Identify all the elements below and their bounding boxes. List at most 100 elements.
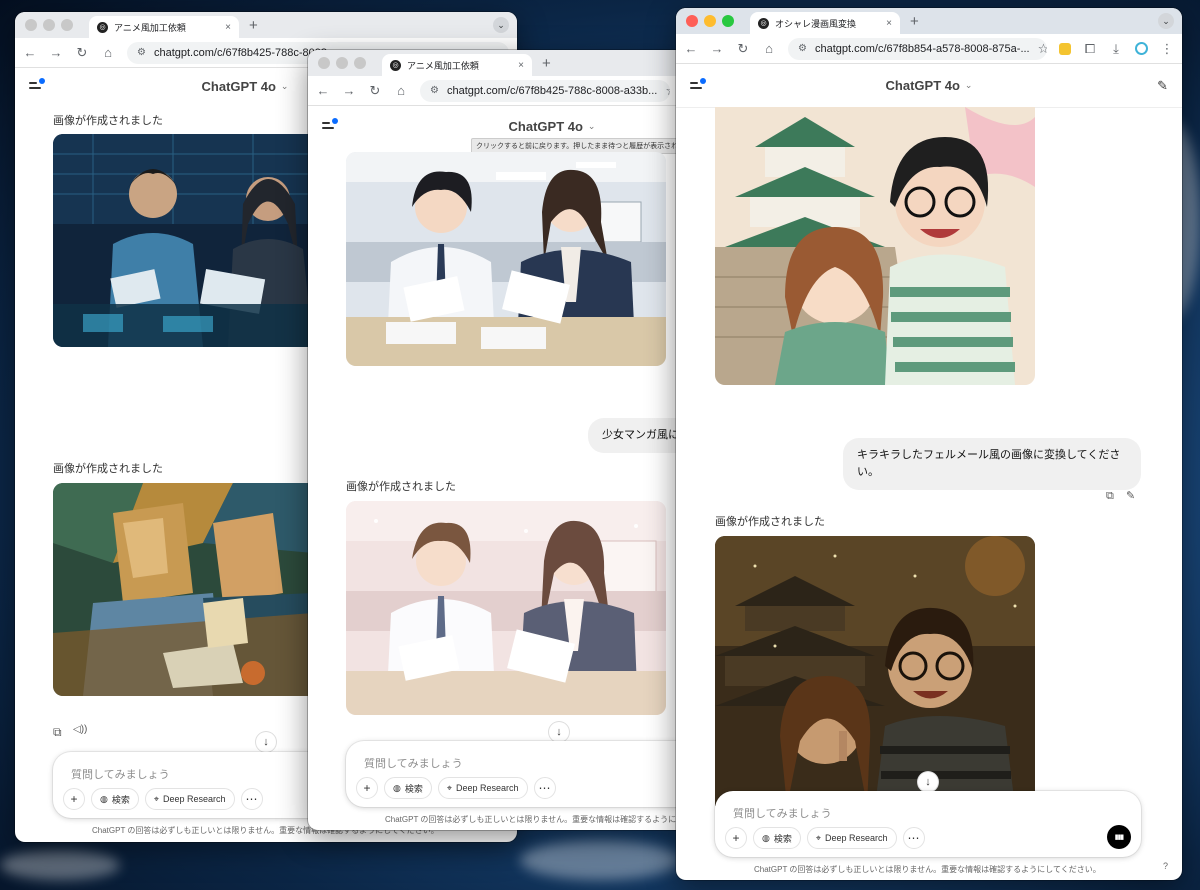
site-settings-icon[interactable]: ⚙ — [798, 43, 807, 54]
sidebar-toggle-icon[interactable] — [690, 77, 706, 91]
site-settings-icon[interactable]: ⚙ — [430, 85, 439, 96]
url-text: chatgpt.com/c/67f8b425-788c-8008 — [153, 46, 328, 59]
close-icon[interactable]: × — [886, 18, 892, 29]
deep-research-button[interactable]: ⌖ Deep Research — [144, 788, 235, 810]
generated-image-anime-office[interactable] — [346, 152, 666, 366]
home-icon[interactable]: ⌂ — [762, 41, 776, 56]
generated-image-cubist[interactable] — [53, 483, 313, 696]
scroll-down-button[interactable]: ↓ — [918, 772, 938, 792]
close-window-button[interactable] — [318, 57, 330, 69]
composer: 質問してみましょう + ◍ 検索 ⌖ Deep Research ⋯ ▮▮▮ — [715, 791, 1141, 857]
tab-active[interactable]: ◎ オシャレ漫画風変換 × — [750, 12, 900, 34]
url-text: chatgpt.com/c/67f8b854-a578-8008-875a-..… — [814, 42, 1030, 55]
back-icon[interactable]: ← — [684, 41, 698, 56]
zoom-window-button[interactable] — [61, 19, 73, 31]
close-window-button[interactable] — [25, 19, 37, 31]
scroll-down-button[interactable]: ↓ — [256, 732, 276, 752]
reload-icon[interactable]: ↻ — [368, 83, 382, 99]
read-aloud-icon[interactable]: ◁)) — [73, 724, 87, 735]
model-name: ChatGPT 4o — [201, 78, 276, 94]
message-input[interactable]: 質問してみましょう — [733, 805, 832, 821]
sidebar-toggle-icon[interactable] — [322, 118, 338, 131]
chevron-down-icon: ⌄ — [280, 80, 289, 91]
generated-image-vermeer[interactable] — [715, 536, 1035, 806]
browser-toolbar: ← → ↻ ⌂ ⚙ chatgpt.com/c/67f8b425-788c-80… — [308, 76, 688, 106]
forward-icon[interactable]: → — [710, 41, 724, 56]
reload-icon[interactable]: ↻ — [736, 41, 750, 57]
message-input[interactable]: 質問してみましょう — [364, 755, 463, 771]
site-settings-icon[interactable]: ⚙ — [137, 47, 146, 58]
address-bar[interactable]: ⚙ chatgpt.com/c/67f8b425-788c-8008-a33b.… — [420, 79, 670, 102]
minimize-window-button[interactable] — [704, 15, 716, 27]
scroll-down-button[interactable]: ↓ — [549, 722, 569, 742]
voice-mode-button[interactable]: ▮▮▮ — [1107, 825, 1131, 849]
copy-icon[interactable]: ⧉ — [1106, 490, 1114, 503]
add-attachment-button[interactable]: + — [63, 788, 85, 810]
back-icon[interactable]: ← — [23, 45, 37, 60]
more-tools-button[interactable]: ⋯ — [533, 777, 556, 799]
deep-research-button[interactable]: ⌖ Deep Research — [806, 827, 897, 849]
search-button[interactable]: ◍ 検索 — [384, 777, 432, 799]
profile-avatar[interactable] — [1135, 42, 1148, 55]
add-attachment-button[interactable]: + — [356, 777, 378, 799]
image-created-note: 画像が作成されました — [346, 481, 456, 493]
model-selector[interactable]: ChatGPT 4o ⌄ — [886, 78, 973, 93]
image-created-note: 画像が作成されました — [53, 115, 163, 127]
browser-menu-icon[interactable]: ⋮ — [1160, 41, 1174, 57]
home-icon[interactable]: ⌂ — [394, 83, 408, 98]
back-icon[interactable]: ← — [316, 83, 330, 98]
add-attachment-button[interactable]: + — [725, 827, 747, 849]
model-selector[interactable]: ChatGPT 4o ⌄ — [202, 79, 289, 94]
generated-image-cyber[interactable] — [53, 134, 313, 347]
tab-active[interactable]: ◎ アニメ風加工依頼 × — [89, 16, 239, 38]
new-tab-button[interactable]: + — [542, 55, 551, 72]
address-bar[interactable]: ⚙ chatgpt.com/c/67f8b854-a578-8008-875a-… — [788, 37, 1047, 60]
edit-message-icon[interactable]: ✎ — [1126, 489, 1135, 502]
zoom-window-button[interactable] — [722, 15, 734, 27]
sidebar-toggle-icon[interactable] — [29, 78, 45, 91]
chatgpt-favicon-icon: ◎ — [97, 21, 108, 33]
message-input[interactable]: 質問してみましょう — [71, 766, 170, 782]
search-button[interactable]: ◍ 検索 — [753, 827, 801, 849]
tab-search-button[interactable]: ⌄ — [1158, 13, 1174, 29]
close-window-button[interactable] — [686, 15, 698, 27]
copy-icon[interactable]: ⧉ — [53, 725, 62, 740]
forward-icon[interactable]: → — [49, 45, 63, 60]
globe-icon: ◍ — [762, 832, 770, 843]
deep-research-label: Deep Research — [455, 783, 519, 793]
model-selector[interactable]: ChatGPT 4o ⌄ — [509, 119, 596, 134]
deep-research-button[interactable]: ⌖ Deep Research — [437, 777, 528, 799]
generated-image-manga-castle[interactable] — [715, 107, 1035, 385]
close-icon[interactable]: × — [225, 22, 231, 33]
download-icon[interactable]: ⤓ — [1109, 41, 1123, 57]
forward-icon[interactable]: → — [342, 83, 356, 98]
bookmark-star-icon[interactable]: ☆ — [665, 83, 670, 99]
reload-icon[interactable]: ↻ — [75, 45, 89, 61]
new-tab-button[interactable]: + — [249, 17, 258, 34]
zoom-window-button[interactable] — [354, 57, 366, 69]
chatgpt-favicon-icon: ◎ — [758, 17, 769, 29]
tab-strip: ◎ アニメ風加工依頼 × + — [308, 50, 688, 76]
chatgpt-favicon-icon: ◎ — [390, 59, 401, 71]
tab-search-button[interactable]: ⌄ — [493, 17, 509, 33]
more-tools-button[interactable]: ⋯ — [240, 788, 263, 810]
minimize-window-button[interactable] — [336, 57, 348, 69]
new-tab-button[interactable]: + — [910, 13, 919, 30]
disclaimer: ChatGPT の回答は必ずしも正しいとは限りません。重要な情報は確認するように… — [754, 865, 1101, 874]
more-tools-button[interactable]: ⋯ — [902, 827, 925, 849]
search-button[interactable]: ◍ 検索 — [91, 788, 139, 810]
extension-icon[interactable] — [1059, 42, 1071, 55]
puzzle-extensions-icon[interactable]: ⧠ — [1083, 41, 1097, 57]
model-name: ChatGPT 4o — [885, 78, 960, 93]
new-chat-icon[interactable]: ✎ — [1157, 78, 1168, 94]
generated-image-shoujo[interactable] — [346, 501, 666, 715]
help-button[interactable]: ? — [1163, 861, 1168, 871]
home-icon[interactable]: ⌂ — [101, 45, 115, 60]
minimize-window-button[interactable] — [43, 19, 55, 31]
telescope-icon: ⌖ — [446, 782, 452, 793]
tab-strip: ◎ オシャレ漫画風変換 × + ⌄ — [676, 8, 1182, 34]
bookmark-star-icon[interactable]: ☆ — [1038, 41, 1047, 57]
tab-active[interactable]: ◎ アニメ風加工依頼 × — [382, 54, 532, 76]
chat-header: ChatGPT 4o ⌄ ✎ — [676, 64, 1182, 108]
close-icon[interactable]: × — [518, 60, 524, 71]
